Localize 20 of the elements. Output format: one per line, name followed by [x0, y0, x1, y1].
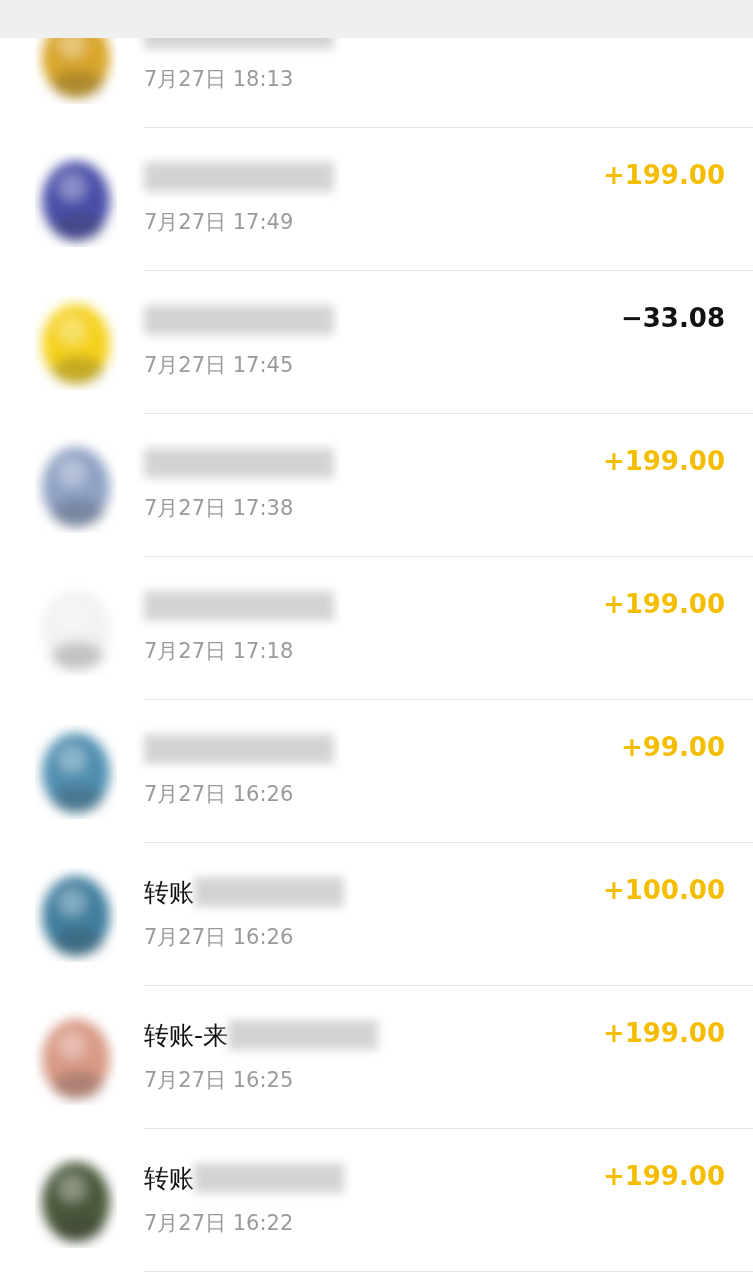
transaction-amount: +199.00 [602, 1160, 725, 1191]
transaction-time: 7月27日 17:49 [144, 209, 295, 236]
transaction-time: 7月27日 18:13 [144, 66, 295, 93]
transaction-title: 转账 [144, 1162, 194, 1195]
transaction-time: 7月27日 16:25 [144, 1067, 295, 1094]
transaction-amount: −33.08 [620, 302, 725, 333]
transaction-amount: +199.00 [602, 1017, 725, 1048]
transaction-time: 7月27日 17:18 [144, 638, 295, 665]
transaction-time: 7月27日 17:38 [144, 495, 295, 522]
transaction-amount: +199.00 [602, 445, 725, 476]
transaction-title: 转账-来 [144, 1019, 229, 1052]
transaction-time: 7月27日 16:22 [144, 1210, 295, 1237]
transaction-time: 7月27日 16:26 [144, 924, 295, 951]
transaction-amount: +99.00 [620, 731, 725, 762]
transaction-amount: +100.00 [602, 874, 725, 905]
transaction-amount: +199.00 [602, 588, 725, 619]
transaction-time: 7月27日 16:26 [144, 781, 295, 808]
transaction-time: 7月27日 17:45 [144, 352, 295, 379]
transaction-amount: +199.00 [602, 159, 725, 190]
transaction-title: 转账 [144, 876, 194, 909]
